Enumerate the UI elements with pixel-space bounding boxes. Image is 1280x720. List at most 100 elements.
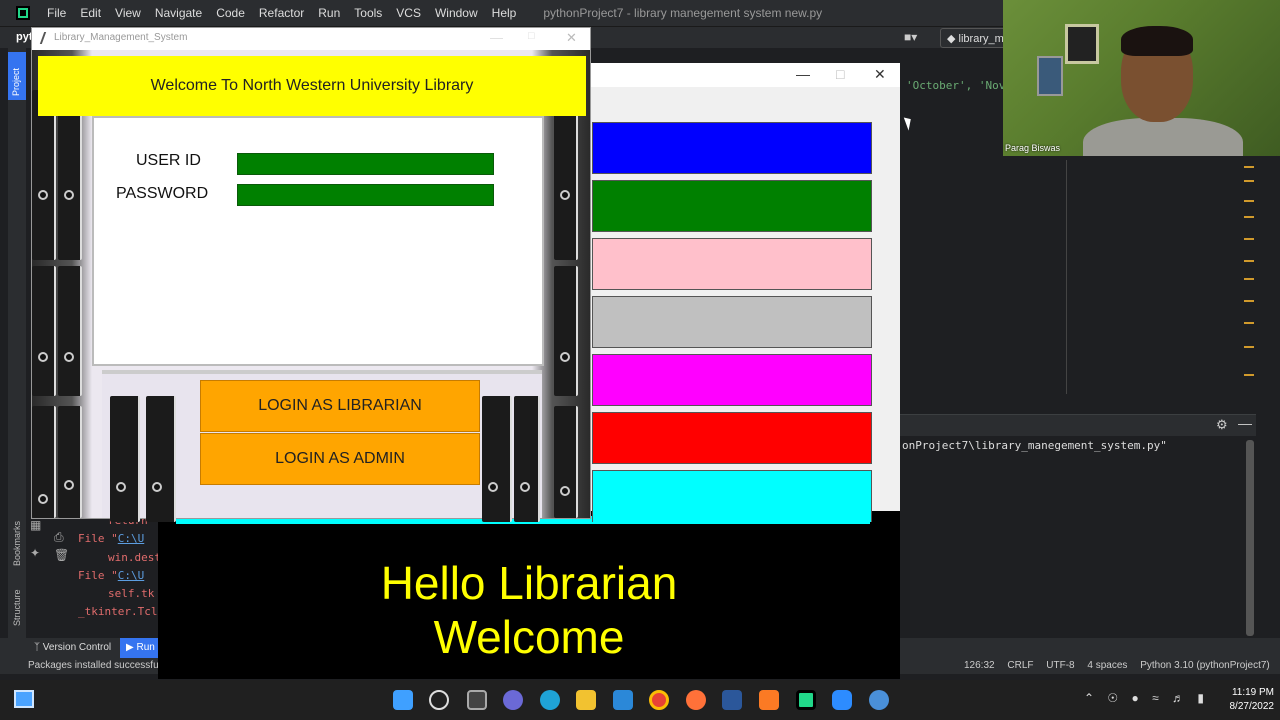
maximize-icon[interactable]: □: [836, 66, 844, 82]
wifi-icon[interactable]: ≈: [1152, 691, 1159, 705]
color-bar-silver[interactable]: [592, 296, 872, 348]
marker: [1244, 216, 1254, 218]
menu-file[interactable]: File: [40, 6, 73, 20]
menu-help[interactable]: Help: [485, 6, 524, 20]
print-icon[interactable]: ⎙: [54, 530, 64, 545]
shield-icon[interactable]: ☉: [1107, 691, 1118, 705]
marker: [1244, 322, 1254, 324]
teams-chat-icon[interactable]: [503, 690, 523, 710]
binder-ring: [152, 482, 162, 492]
pinned-app-icon[interactable]: [14, 690, 34, 708]
layout-icon[interactable]: ▦: [30, 518, 41, 532]
participant-name: Parag Biswas: [1005, 143, 1061, 153]
project-tool-tab[interactable]: Project: [8, 52, 26, 100]
cursor-position[interactable]: 126:32: [964, 660, 995, 671]
marker: [1244, 260, 1254, 262]
color-bar-green[interactable]: [592, 180, 872, 232]
close-icon[interactable]: ✕: [566, 30, 577, 46]
tab-run[interactable]: ▶ Run: [120, 638, 161, 658]
menu-tools[interactable]: Tools: [347, 6, 389, 20]
tk-feather-icon: [39, 32, 51, 44]
chrome-icon[interactable]: [649, 690, 669, 710]
status-message[interactable]: Packages installed successfull: [28, 660, 163, 671]
participant-body: [1083, 118, 1243, 156]
python-app-icon[interactable]: [869, 690, 889, 710]
binder: [58, 266, 82, 396]
chevron-up-icon[interactable]: ⌃: [1084, 691, 1094, 705]
pin-icon[interactable]: ✦: [30, 546, 40, 560]
search-icon[interactable]: [429, 690, 449, 710]
pycharm-icon[interactable]: [796, 690, 816, 710]
windows-start-icon[interactable]: [393, 690, 413, 710]
project-tab-label: Project: [11, 67, 21, 96]
participant-hair: [1121, 26, 1193, 56]
code-line: 'October', 'Nov: [906, 79, 1006, 92]
login-as-librarian-button[interactable]: LOGIN AS LIBRARIAN: [200, 380, 480, 432]
mail-icon[interactable]: [613, 690, 633, 710]
taskbar: ⌃ ☉ ● ≈ ♬ ▮ 11:19 PM 8/27/2022: [0, 680, 1280, 720]
microphone-icon[interactable]: ●: [1132, 691, 1139, 705]
wall-picture-frame: [1037, 56, 1063, 96]
indent-setting[interactable]: 4 spaces: [1087, 660, 1127, 671]
run-panel-header: [900, 414, 1256, 436]
edge-icon[interactable]: [540, 690, 560, 710]
color-bar-blue[interactable]: [592, 122, 872, 174]
trace-line: File "C:\U: [78, 567, 161, 585]
pycharm-logo-icon: [16, 6, 30, 20]
tab-version-control[interactable]: ᛉ Version Control: [34, 642, 111, 653]
marker: [1244, 278, 1254, 280]
color-bar-magenta[interactable]: [592, 354, 872, 406]
marker: [1244, 166, 1254, 168]
menu-refactor[interactable]: Refactor: [252, 6, 311, 20]
file-encoding[interactable]: UTF-8: [1046, 660, 1074, 671]
user-icon[interactable]: ■▾: [904, 30, 917, 44]
word-icon[interactable]: [722, 690, 742, 710]
marker: [1244, 238, 1254, 240]
clock-time: 11:19 PM: [1231, 687, 1274, 698]
xampp-icon[interactable]: [759, 690, 779, 710]
battery-icon[interactable]: ▮: [1197, 691, 1204, 705]
minimize-icon[interactable]: —: [796, 66, 810, 82]
hide-panel-icon[interactable]: —: [1238, 415, 1252, 431]
password-label: PASSWORD: [116, 185, 209, 202]
bookmarks-tab[interactable]: Bookmarks: [12, 521, 22, 566]
zoom-icon[interactable]: [832, 690, 852, 710]
volume-icon[interactable]: ♬: [1172, 691, 1184, 705]
binder-ring: [38, 190, 48, 200]
trash-icon[interactable]: 🗑: [54, 548, 69, 562]
structure-tab[interactable]: Structure: [12, 589, 22, 626]
task-view-icon[interactable]: [467, 690, 487, 710]
line-separator[interactable]: CRLF: [1007, 660, 1033, 671]
file-explorer-icon[interactable]: [576, 690, 596, 710]
login-as-admin-button[interactable]: LOGIN AS ADMIN: [200, 433, 480, 485]
menu-edit[interactable]: Edit: [73, 6, 108, 20]
color-bar-red[interactable]: [592, 412, 872, 464]
marker: [1244, 200, 1254, 202]
menu-view[interactable]: View: [108, 6, 148, 20]
trace-file-link[interactable]: C:\U: [118, 532, 145, 545]
menu-run[interactable]: Run: [311, 6, 347, 20]
clock-date: 8/27/2022: [1229, 701, 1275, 712]
color-bar-cyan[interactable]: [592, 470, 872, 522]
gear-icon[interactable]: ⚙: [1216, 417, 1228, 433]
run-scrollbar[interactable]: [1246, 440, 1254, 636]
menu-navigate[interactable]: Navigate: [148, 6, 209, 20]
maximize-icon[interactable]: □: [528, 30, 535, 42]
binder: [146, 396, 176, 522]
menu-code[interactable]: Code: [209, 6, 252, 20]
taskbar-clock[interactable]: 11:19 PM 8/27/2022: [1214, 686, 1275, 714]
trace-line: File "C:\U: [78, 530, 161, 548]
trace-file-link[interactable]: C:\U: [118, 569, 145, 582]
python-interpreter[interactable]: Python 3.10 (pythonProject7): [1140, 660, 1270, 671]
userid-input[interactable]: [237, 153, 494, 175]
menu-window[interactable]: Window: [428, 6, 485, 20]
color-bar-pink[interactable]: [592, 238, 872, 290]
menu-vcs[interactable]: VCS: [389, 6, 428, 20]
binder: [514, 396, 540, 522]
password-input[interactable]: [237, 184, 494, 206]
firefox-icon[interactable]: [686, 690, 706, 710]
binder-ring: [64, 352, 74, 362]
close-icon[interactable]: ✕: [874, 66, 886, 83]
minimize-icon[interactable]: —: [490, 30, 503, 45]
branch-icon: ᛉ: [34, 642, 40, 653]
